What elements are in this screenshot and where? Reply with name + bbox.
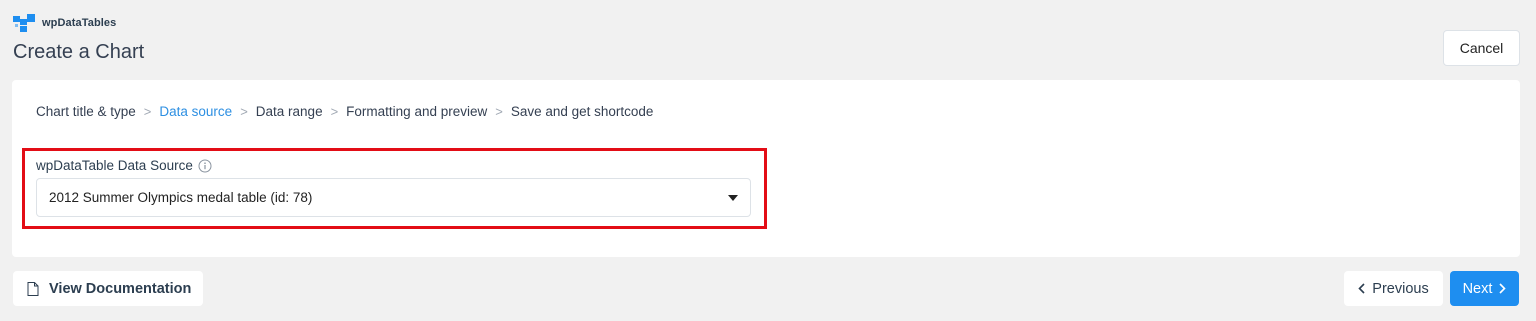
- previous-label: Previous: [1372, 280, 1429, 297]
- next-label: Next: [1462, 280, 1493, 297]
- step-data-range[interactable]: Data range: [256, 104, 323, 119]
- view-documentation-label: View Documentation: [49, 280, 192, 297]
- breadcrumb-separator: >: [495, 104, 503, 119]
- data-source-label: wpDataTable Data Source: [36, 158, 193, 173]
- chevron-left-icon: [1358, 283, 1365, 294]
- previous-button[interactable]: Previous: [1344, 271, 1443, 306]
- breadcrumb: Chart title & type > Data source > Data …: [36, 104, 653, 119]
- caret-down-icon: [728, 194, 738, 201]
- next-button[interactable]: Next: [1450, 271, 1519, 306]
- breadcrumb-separator: >: [143, 104, 152, 119]
- cancel-button[interactable]: Cancel: [1443, 30, 1520, 66]
- breadcrumb-separator: >: [240, 104, 248, 119]
- info-icon[interactable]: [198, 159, 212, 173]
- wpdatatables-logo-icon: [13, 14, 35, 32]
- step-data-source[interactable]: Data source: [159, 104, 232, 119]
- wizard-card: Chart title & type > Data source > Data …: [12, 80, 1520, 257]
- step-chart-title-type[interactable]: Chart title & type: [36, 104, 136, 119]
- breadcrumb-separator: >: [330, 104, 339, 119]
- step-save-shortcode[interactable]: Save and get shortcode: [511, 104, 654, 119]
- document-icon: [27, 281, 39, 296]
- step-formatting-preview[interactable]: Formatting and preview: [346, 104, 487, 119]
- brand: wpDataTables: [13, 14, 116, 32]
- chevron-right-icon: [1499, 283, 1507, 294]
- chart-wizard-page: wpDataTables Create a Chart Cancel Chart…: [0, 0, 1536, 321]
- data-source-field-label: wpDataTable Data Source: [36, 158, 212, 173]
- data-source-selected-value: 2012 Summer Olympics medal table (id: 78…: [49, 190, 313, 205]
- view-documentation-button[interactable]: View Documentation: [13, 271, 203, 306]
- page-title: Create a Chart: [13, 41, 145, 63]
- data-source-select[interactable]: 2012 Summer Olympics medal table (id: 78…: [36, 178, 751, 217]
- brand-name: wpDataTables: [42, 17, 117, 29]
